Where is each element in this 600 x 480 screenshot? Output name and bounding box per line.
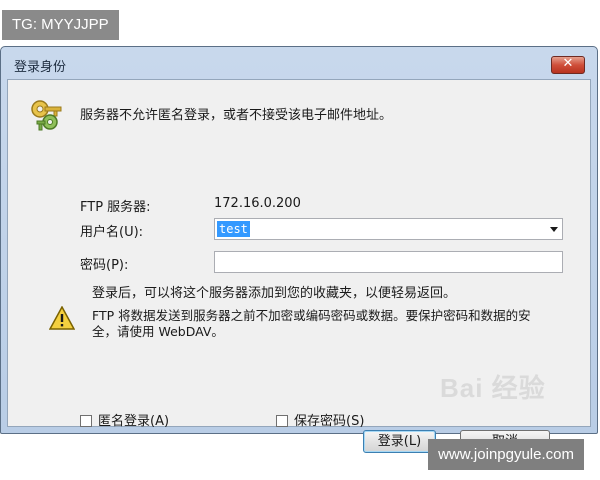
anonymous-login-checkbox[interactable]: 匿名登录(A) [80, 410, 169, 429]
username-combobox[interactable]: test [214, 218, 563, 240]
top-watermark-tag: TG: MYYJJPP [2, 10, 119, 40]
message-text: 服务器不允许匿名登录，或者不接受该电子邮件地址。 [80, 108, 393, 123]
anonymous-login-label: 匿名登录(A) [98, 414, 170, 429]
bottom-watermark-tag: www.joinpgyule.com [428, 439, 584, 470]
save-password-checkbox[interactable]: 保存密码(S) [276, 410, 364, 429]
close-icon: ✕ [562, 56, 574, 71]
ftp-server-value: 172.16.0.200 [214, 196, 301, 211]
save-password-label: 保存密码(S) [294, 414, 365, 429]
title-bar: 登录身份 ✕ [1, 47, 597, 79]
ftp-server-label: FTP 服务器: [80, 200, 151, 215]
username-label: 用户名(U): [80, 225, 144, 240]
favorites-note: 登录后，可以将这个服务器添加到您的收藏夹，以便轻易返回。 [92, 286, 457, 301]
password-field[interactable] [214, 251, 563, 273]
keys-icon [31, 100, 62, 131]
checkbox-box[interactable] [80, 415, 92, 427]
checkbox-box[interactable] [276, 415, 288, 427]
warning-icon [49, 306, 75, 330]
close-button[interactable]: ✕ [551, 56, 585, 74]
login-button[interactable]: 登录(L) [363, 430, 436, 453]
security-note: FTP 将数据发送到服务器之前不加密或编码密码或数据。要保护密码和数据的安全，请… [92, 308, 531, 339]
chevron-down-icon[interactable] [550, 227, 558, 232]
dialog-title: 登录身份 [14, 60, 67, 75]
password-label: 密码(P): [80, 258, 129, 273]
baidu-watermark: Bai 经验 [440, 373, 546, 403]
username-value[interactable]: test [217, 221, 250, 237]
